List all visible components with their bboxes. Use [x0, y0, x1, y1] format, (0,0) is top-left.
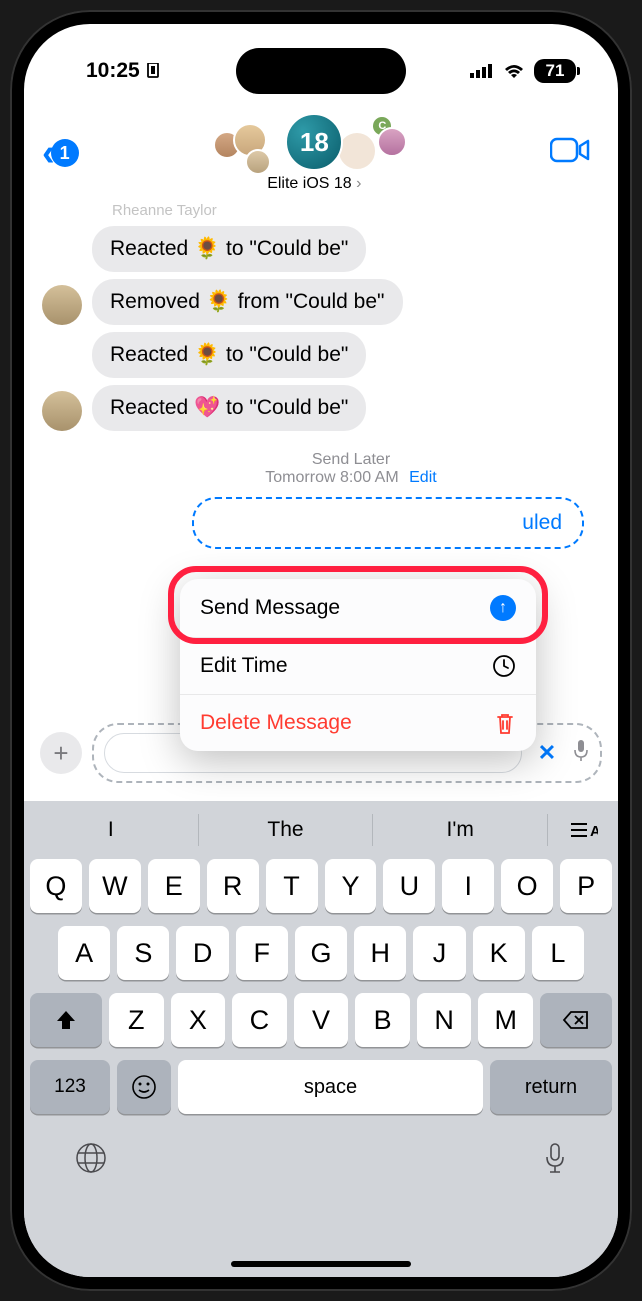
send-later-info: Send Later Tomorrow 8:00 AM Edit — [142, 451, 560, 487]
send-later-title: Send Later — [142, 451, 560, 469]
group-avatar-center: 18 — [285, 113, 343, 171]
message-row: Removed 🌻 from "Could be" — [42, 279, 600, 325]
menu-edit-time[interactable]: Edit Time — [180, 638, 536, 695]
message-row: Reacted 🌻 to "Could be" — [42, 332, 600, 378]
attach-button[interactable]: + — [40, 732, 82, 774]
message-bubble[interactable]: Reacted 🌻 to "Could be" — [92, 226, 366, 272]
context-menu: Send Message ↑ Edit Time Delete Message — [180, 579, 536, 751]
message-bubble[interactable]: Reacted 💖 to "Could be" — [92, 385, 366, 431]
key[interactable]: F — [236, 926, 288, 980]
backspace-key[interactable] — [540, 993, 612, 1047]
key-row: Q W E R T Y U I O P — [30, 859, 612, 913]
dynamic-island — [236, 48, 406, 94]
group-avatar — [377, 127, 407, 157]
menu-label: Edit Time — [200, 654, 288, 678]
message-bubble[interactable]: Removed 🌻 from "Could be" — [92, 279, 403, 325]
keyboard-bottom-bar — [24, 1127, 618, 1186]
battery-level: 71 — [534, 59, 576, 83]
key[interactable]: L — [532, 926, 584, 980]
phone-frame: 10:25 71 ‹ 1 18 C — [10, 10, 632, 1291]
send-later-time: Tomorrow 8:00 AM — [265, 469, 398, 486]
message-row: Reacted 🌻 to "Could be" — [42, 226, 600, 272]
message-row: Reacted 💖 to "Could be" — [42, 385, 600, 431]
key[interactable]: P — [560, 859, 612, 913]
predictive-suggestion[interactable]: I — [24, 814, 199, 846]
menu-label: Send Message — [200, 596, 340, 620]
key[interactable]: Y — [325, 859, 377, 913]
avatar-cluster: 18 C — [285, 113, 343, 171]
key[interactable]: T — [266, 859, 318, 913]
menu-delete-message[interactable]: Delete Message — [180, 695, 536, 751]
group-name: Elite iOS 18 › — [267, 175, 361, 193]
facetime-button[interactable] — [550, 136, 590, 171]
numbers-key[interactable]: 123 — [30, 1060, 110, 1114]
key[interactable]: R — [207, 859, 259, 913]
key[interactable]: C — [232, 993, 287, 1047]
message-avatar[interactable] — [42, 391, 82, 431]
send-later-edit-link[interactable]: Edit — [409, 469, 437, 486]
autocorrect-toggle[interactable]: A — [548, 815, 618, 845]
key[interactable]: O — [501, 859, 553, 913]
cancel-schedule-button[interactable]: ✕ — [530, 736, 564, 770]
key[interactable]: N — [417, 993, 472, 1047]
key[interactable]: Z — [109, 993, 164, 1047]
arrow-up-circle-icon: ↑ — [490, 595, 516, 621]
trash-icon — [494, 711, 516, 735]
keyboard: I The I'm A Q W E R T Y U I O P — [24, 801, 618, 1277]
key[interactable]: B — [355, 993, 410, 1047]
wifi-icon — [503, 63, 525, 79]
back-button[interactable]: ‹ 1 — [42, 134, 79, 172]
key[interactable]: I — [442, 859, 494, 913]
globe-key[interactable] — [74, 1141, 108, 1180]
nav-indicator-icon — [146, 63, 160, 79]
key[interactable]: G — [295, 926, 347, 980]
clock-icon — [492, 654, 516, 678]
key[interactable]: H — [354, 926, 406, 980]
key[interactable]: V — [294, 993, 349, 1047]
key[interactable]: Q — [30, 859, 82, 913]
group-avatar — [337, 131, 377, 171]
key[interactable]: S — [117, 926, 169, 980]
key[interactable]: D — [176, 926, 228, 980]
nav-header: ‹ 1 18 C Elite iOS 18 › — [24, 94, 618, 194]
cellular-icon — [470, 64, 494, 78]
sender-name: Rheanne Taylor — [112, 202, 600, 219]
key[interactable]: M — [478, 993, 533, 1047]
message-avatar[interactable] — [42, 285, 82, 325]
status-time: 10:25 — [86, 59, 140, 83]
predictive-suggestion[interactable]: The — [199, 814, 374, 846]
chevron-right-icon: › — [356, 175, 361, 192]
shift-key[interactable] — [30, 993, 102, 1047]
predictive-bar: I The I'm A — [24, 801, 618, 859]
return-key[interactable]: return — [490, 1060, 612, 1114]
scheduled-message-bubble[interactable]: uled — [192, 497, 584, 549]
space-key[interactable]: space — [178, 1060, 483, 1114]
key[interactable]: X — [171, 993, 226, 1047]
key-row: Z X C V B N M — [30, 993, 612, 1047]
home-indicator[interactable] — [231, 1261, 411, 1267]
key[interactable]: A — [58, 926, 110, 980]
screen: 10:25 71 ‹ 1 18 C — [24, 24, 618, 1277]
unread-badge: 1 — [51, 139, 79, 167]
key[interactable]: E — [148, 859, 200, 913]
messages-list[interactable]: Rheanne Taylor Reacted 🌻 to "Could be" R… — [24, 194, 618, 559]
key[interactable]: U — [383, 859, 435, 913]
group-header[interactable]: 18 C Elite iOS 18 › — [79, 113, 550, 193]
emoji-key[interactable] — [117, 1060, 171, 1114]
key[interactable]: W — [89, 859, 141, 913]
menu-label: Delete Message — [200, 711, 352, 735]
key-row: A S D F G H J K L — [30, 926, 612, 980]
group-avatar — [245, 149, 271, 175]
key[interactable]: J — [413, 926, 465, 980]
svg-text:A: A — [590, 823, 598, 840]
predictive-suggestion[interactable]: I'm — [373, 814, 548, 846]
message-bubble[interactable]: Reacted 🌻 to "Could be" — [92, 332, 366, 378]
key-row: 123 space return — [30, 1060, 612, 1114]
key[interactable]: K — [473, 926, 525, 980]
mic-key[interactable] — [542, 1141, 568, 1180]
menu-send-message[interactable]: Send Message ↑ — [180, 579, 536, 638]
dictation-button[interactable] — [572, 738, 590, 768]
